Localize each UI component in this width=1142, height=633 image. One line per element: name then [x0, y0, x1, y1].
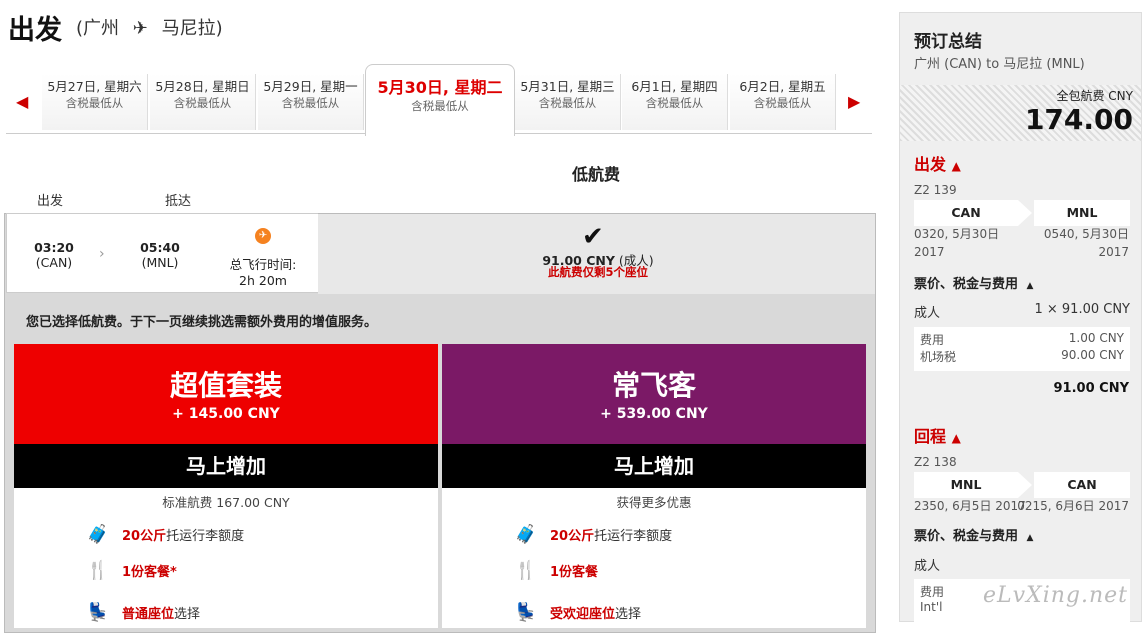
date-tab[interactable]: 5月28日, 星期日 含税最低从 — [150, 74, 256, 130]
date-tab-selected[interactable]: 5月30日, 星期二 含税最低从 — [365, 64, 515, 136]
booking-summary: 预订总结 广州 (CAN) to 马尼拉 (MNL) 全包航费 CNY 174.… — [899, 12, 1142, 623]
return-flight-number: Z2 138 — [914, 455, 957, 469]
route-arrow-icon — [1018, 200, 1032, 226]
adult-label: 成人 — [914, 559, 941, 574]
package-subtext: 获得更多优惠 — [616, 495, 692, 510]
page-title: 出发 — [8, 15, 62, 46]
return-departure: 2350, 6月5日 2017 — [914, 499, 1026, 513]
plane-icon: ✈ — [132, 18, 148, 39]
feature-text: 选择 — [174, 607, 201, 622]
tax-label: 机场税 — [920, 350, 957, 364]
route-arrow-icon — [1018, 472, 1032, 498]
prev-date-arrow-icon[interactable]: ◀ — [16, 92, 28, 111]
caret-up-icon: ▲ — [951, 159, 961, 173]
route-title: (广州 ✈ 马尼拉) — [76, 18, 223, 39]
fees-section-toggle[interactable]: 票价、税金与费用 ▲ — [914, 273, 1033, 292]
package-details: 获得更多优惠 🧳 20公斤 托运行李额度 🍴 1份客餐 💺 受欢迎座位 选择 — [442, 488, 866, 628]
outbound-departure-year: 2017 — [914, 245, 945, 259]
total-label: 全包航费 CNY — [1056, 89, 1133, 103]
outbound-arrival-year: 2017 — [1098, 245, 1129, 259]
fare-column-header: 低航费 — [572, 165, 621, 184]
fee-value: 1.00 CNY — [1068, 331, 1124, 345]
departure-time: 03:20 — [34, 240, 74, 255]
outbound-section-toggle[interactable]: 出发 ▲ — [914, 151, 961, 175]
caret-up-icon: ▲ — [1026, 281, 1034, 291]
return-section-toggle[interactable]: 回程 ▲ — [914, 423, 961, 447]
package-price: + 145.00 CNY — [172, 406, 280, 422]
arrival-code: (MNL) — [141, 255, 179, 270]
luggage-icon: 🧳 — [86, 524, 110, 545]
return-destination: CAN — [1034, 472, 1130, 498]
package-price: + 539.00 CNY — [600, 406, 708, 422]
feature-highlight: 1份客餐 — [550, 565, 599, 580]
adult-calc: 1 × 91.00 CNY — [1034, 302, 1130, 317]
feature-highlight: 普通座位 — [122, 607, 175, 622]
total-box: 全包航费 CNY 174.00 — [900, 85, 1141, 141]
feature-highlight: 20公斤 — [122, 529, 167, 544]
duration-value: 2h 20m — [239, 273, 287, 288]
date-tab[interactable]: 6月2日, 星期五 含税最低从 — [730, 74, 836, 130]
flight-info: 03:20 (CAN) › 05:40 (MNL) ✈ 总飞行时间: 2h 20m — [6, 213, 318, 293]
depart-column-label: 出发 — [37, 194, 64, 209]
feature-highlight: 受欢迎座位 — [550, 607, 616, 622]
return-arrival: 0215, 6月6日 2017 — [1017, 499, 1129, 513]
caret-up-icon: ▲ — [951, 431, 961, 445]
feature-highlight: 1份客餐* — [122, 565, 177, 580]
package-frequent-flyer[interactable]: 常飞客 + 539.00 CNY — [442, 344, 866, 444]
next-date-arrow-icon[interactable]: ▶ — [848, 92, 860, 111]
fee-label: 费用 — [920, 333, 945, 347]
meal-icon: 🍴 — [86, 560, 110, 581]
date-tab[interactable]: 5月29日, 星期一 含税最低从 — [258, 74, 364, 130]
outbound-departure: 0320, 5月30日 — [914, 227, 1000, 241]
checkmark-icon: ✔ — [582, 222, 604, 252]
duration-label: 总飞行时间: — [229, 257, 297, 272]
package-name: 超值套装 — [169, 369, 282, 402]
outbound-destination: MNL — [1034, 200, 1130, 226]
fare-option-selected[interactable]: ✔ 91.00 CNY (成人) 此航费仅剩5个座位 — [318, 214, 875, 294]
feature-highlight: 20公斤 — [550, 529, 595, 544]
feature-text: 选择 — [615, 607, 642, 622]
total-price: 174.00 — [1024, 103, 1133, 136]
date-tab[interactable]: 5月27日, 星期六 含税最低从 — [42, 74, 148, 130]
outbound-flight-number: Z2 139 — [914, 183, 957, 197]
notice-text: 您已选择低航费。于下一页继续挑选需额外费用的增值服务。 — [26, 315, 378, 330]
meal-icon: 🍴 — [514, 560, 538, 581]
flight-info-icon[interactable]: ✈ — [255, 228, 271, 244]
arrive-column-label: 抵达 — [165, 194, 192, 209]
fee-breakdown: 费用 1.00 CNY 机场税 90.00 CNY — [914, 327, 1130, 371]
summary-title: 预订总结 — [914, 32, 982, 52]
adult-label: 成人 — [914, 306, 941, 321]
package-name: 常飞客 — [611, 369, 696, 402]
feature-text: 托运行李额度 — [594, 529, 673, 544]
outbound-origin: CAN — [914, 200, 1018, 226]
caret-up-icon: ▲ — [1026, 533, 1034, 543]
watermark: eLvXing.net — [982, 583, 1128, 608]
add-frequent-flyer-button[interactable]: 马上增加 — [442, 444, 866, 488]
arrival-time: 05:40 — [140, 240, 180, 255]
return-origin: MNL — [914, 472, 1018, 498]
outbound-arrival: 0540, 5月30日 — [1043, 227, 1129, 241]
package-value-bundle[interactable]: 超值套装 + 145.00 CNY — [14, 344, 438, 444]
summary-route: 广州 (CAN) to 马尼拉 (MNL) — [914, 57, 1085, 72]
date-tab[interactable]: 5月31日, 星期三 含税最低从 — [515, 74, 621, 130]
fees-section-toggle[interactable]: 票价、税金与费用 ▲ — [914, 525, 1033, 544]
feature-text: 托运行李额度 — [166, 529, 245, 544]
add-value-bundle-button[interactable]: 马上增加 — [14, 444, 438, 488]
tax-value: 90.00 CNY — [1061, 348, 1124, 362]
chevron-right-icon: › — [99, 246, 105, 262]
package-subtext: 标准航费 167.00 CNY — [162, 495, 290, 510]
luggage-icon: 🧳 — [514, 524, 538, 545]
seats-left-text: 此航费仅剩5个座位 — [547, 265, 648, 279]
date-tab[interactable]: 6月1日, 星期四 含税最低从 — [622, 74, 728, 130]
package-details: 标准航费 167.00 CNY 🧳 20公斤 托运行李额度 🍴 1份客餐* 💺 普通座… — [14, 488, 438, 628]
outbound-subtotal: 91.00 CNY — [1053, 381, 1129, 396]
departure-code: (CAN) — [35, 255, 73, 270]
